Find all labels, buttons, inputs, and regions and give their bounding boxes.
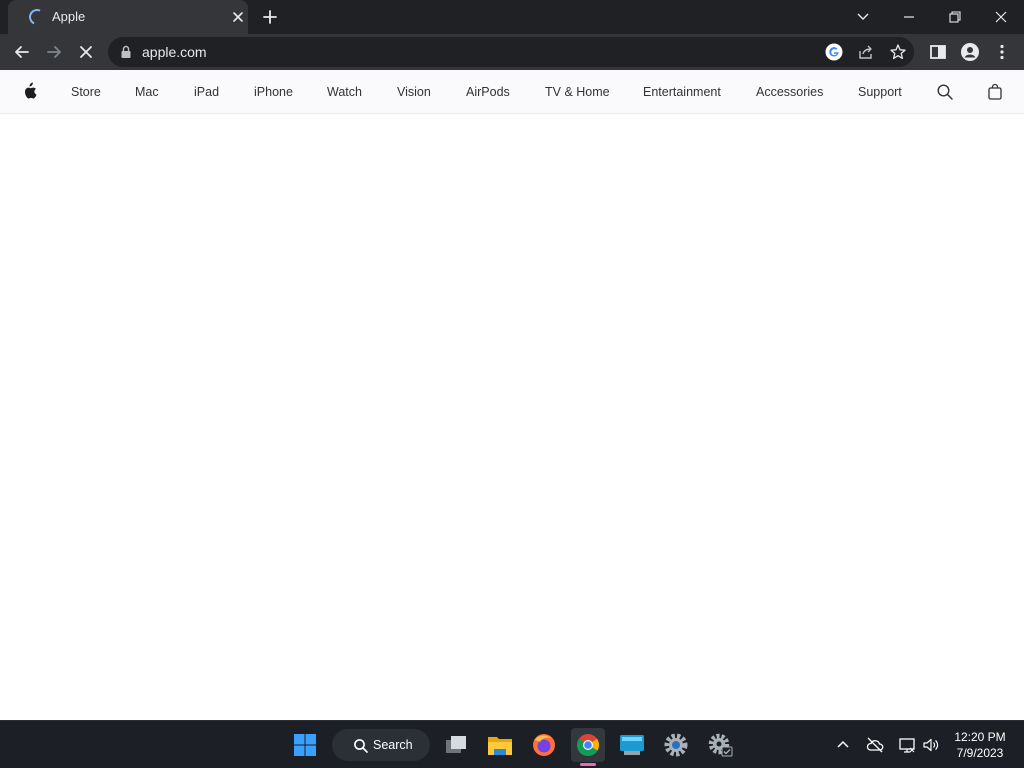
nav-link-iphone[interactable]: iPhone bbox=[254, 85, 293, 99]
nav-link-support[interactable]: Support bbox=[858, 85, 902, 99]
bag-icon[interactable] bbox=[986, 83, 1004, 101]
google-icon[interactable] bbox=[825, 43, 843, 61]
lock-icon[interactable] bbox=[120, 45, 132, 59]
display-app-icon[interactable] bbox=[616, 729, 648, 761]
chrome-icon bbox=[577, 734, 599, 756]
tab-title: Apple bbox=[52, 9, 86, 24]
close-icon[interactable] bbox=[230, 9, 246, 25]
cloud-off-icon[interactable] bbox=[865, 735, 885, 755]
taskbar-search-label: Search bbox=[373, 738, 413, 752]
clock-time: 12:20 PM bbox=[954, 730, 1006, 744]
apple-logo-icon[interactable] bbox=[21, 82, 37, 100]
page-content-area bbox=[0, 114, 1024, 720]
loading-spinner-icon bbox=[26, 6, 48, 28]
address-bar[interactable]: apple.com bbox=[108, 37, 914, 67]
nav-link-airpods[interactable]: AirPods bbox=[466, 85, 510, 99]
apple-global-nav: Store Mac iPad iPhone Watch Vision AirPo… bbox=[0, 70, 1024, 114]
share-icon[interactable] bbox=[857, 43, 875, 61]
nav-link-store[interactable]: Store bbox=[71, 85, 101, 99]
back-arrow-icon[interactable] bbox=[12, 42, 32, 62]
nav-link-entertainment[interactable]: Entertainment bbox=[643, 85, 721, 99]
nav-link-watch[interactable]: Watch bbox=[327, 85, 362, 99]
forward-arrow-icon[interactable] bbox=[44, 42, 64, 62]
clock-date: 7/9/2023 bbox=[956, 746, 1004, 760]
chevron-down-icon[interactable] bbox=[852, 6, 874, 28]
nav-link-mac[interactable]: Mac bbox=[135, 85, 159, 99]
task-view-icon[interactable] bbox=[440, 729, 472, 761]
browser-titlebar: Apple bbox=[0, 0, 1024, 34]
nav-link-vision[interactable]: Vision bbox=[397, 85, 431, 99]
browser-tab-apple[interactable]: Apple bbox=[8, 0, 248, 34]
active-app-indicator bbox=[580, 763, 596, 766]
plus-icon[interactable] bbox=[261, 8, 279, 26]
stop-icon[interactable] bbox=[76, 42, 96, 62]
profile-icon[interactable] bbox=[960, 42, 980, 62]
search-icon bbox=[354, 739, 368, 753]
side-panel-icon[interactable] bbox=[928, 42, 948, 62]
browser-toolbar: apple.com bbox=[0, 34, 1024, 70]
close-icon[interactable] bbox=[990, 6, 1012, 28]
file-explorer-icon[interactable] bbox=[484, 729, 516, 761]
chevron-up-icon[interactable] bbox=[833, 735, 853, 755]
settings-check-icon[interactable] bbox=[704, 729, 736, 761]
windows-taskbar: Search 12:20 PM 7/9/2023 bbox=[0, 720, 1024, 768]
settings-icon[interactable] bbox=[660, 729, 692, 761]
nav-link-ipad[interactable]: iPad bbox=[194, 85, 219, 99]
taskbar-chrome-button[interactable] bbox=[571, 728, 605, 762]
network-icon[interactable] bbox=[897, 735, 917, 755]
restore-icon[interactable] bbox=[944, 6, 966, 28]
search-icon[interactable] bbox=[936, 83, 954, 101]
star-icon[interactable] bbox=[889, 43, 907, 61]
minimize-icon[interactable] bbox=[898, 6, 920, 28]
firefox-icon[interactable] bbox=[528, 729, 560, 761]
kebab-menu-icon[interactable] bbox=[992, 42, 1012, 62]
taskbar-search[interactable]: Search bbox=[332, 729, 430, 761]
windows-start-icon[interactable] bbox=[289, 729, 321, 761]
nav-link-tv-home[interactable]: TV & Home bbox=[545, 85, 610, 99]
volume-icon[interactable] bbox=[921, 735, 941, 755]
taskbar-clock[interactable]: 12:20 PM 7/9/2023 bbox=[948, 729, 1012, 761]
url-text[interactable]: apple.com bbox=[142, 44, 207, 60]
nav-link-accessories[interactable]: Accessories bbox=[756, 85, 823, 99]
